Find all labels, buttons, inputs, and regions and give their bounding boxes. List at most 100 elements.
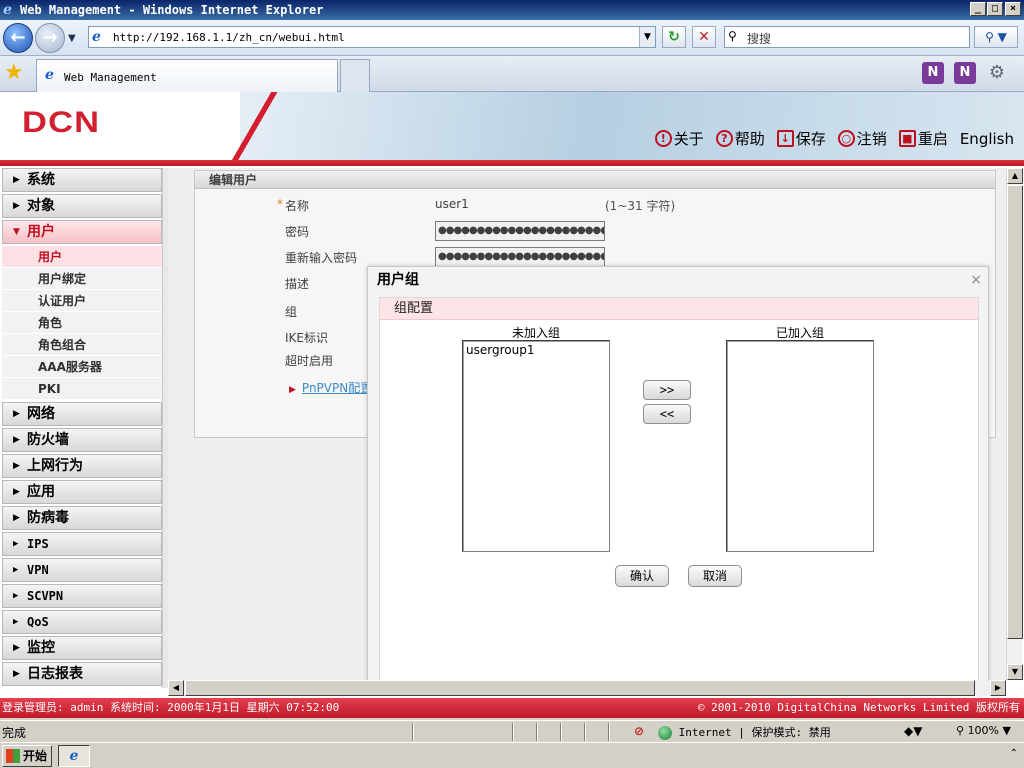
user-group-dialog: 用户组 × 组配置 未加入组 已加入组 usergroup1 >> << 确认 … (367, 266, 989, 686)
banner-divider (0, 160, 1024, 166)
password-field[interactable]: ●●●●●●●●●●●●●●●●●●●●●●●● (435, 221, 605, 241)
tray-expand-icon[interactable]: ⌃ (1010, 748, 1018, 759)
sidebar-item-internet-behavior[interactable]: ▶ 上网行为 (2, 454, 162, 478)
window-title: Web Management - Windows Internet Explor… (20, 3, 324, 17)
joined-groups-title: 已加入组 (775, 326, 824, 340)
sidebar-sub-role[interactable]: 角色 (2, 312, 162, 334)
sidebar-item-application[interactable]: ▶ 应用 (2, 480, 162, 504)
sidebar-item-firewall[interactable]: ▶ 防火墙 (2, 428, 162, 452)
remove-group-button[interactable]: << (643, 404, 691, 424)
arrow-right-icon: ▶ (289, 385, 296, 395)
arrow-right-icon: ▶ (13, 669, 20, 679)
tools-gear-icon[interactable]: ⚙ (986, 62, 1008, 84)
english-link[interactable]: English (960, 128, 1014, 149)
back-button[interactable]: ← (3, 23, 33, 53)
start-button[interactable]: 开始 (2, 745, 52, 767)
reboot-link[interactable]: ■ 重启 (898, 128, 948, 149)
sidebar-sub-aaa-server[interactable]: AAA服务器 (2, 356, 162, 378)
favorites-star-icon[interactable]: ★ (4, 61, 24, 85)
sidebar-item-user[interactable]: ▼ 用户 (2, 220, 162, 244)
sidebar-sub-user[interactable]: 用户 (2, 246, 162, 268)
sidebar-item-log-report[interactable]: ▶ 日志报表 (2, 662, 162, 686)
close-window-button[interactable]: × (1005, 2, 1021, 16)
scroll-left-icon[interactable]: ◀ (168, 680, 184, 696)
address-dropdown-icon[interactable]: ▼ (639, 27, 655, 47)
sidebar-item-ips[interactable]: ▶ IPS (2, 532, 162, 556)
login-info: 登录管理员: admin 系统时间: 2000年1月1日 星期六 07:52:0… (2, 701, 340, 714)
zoom-level[interactable]: ⚲ 100% ▼ (956, 724, 1011, 737)
onenote-icon[interactable]: N (922, 62, 944, 84)
sidebar-item-network[interactable]: ▶ 网络 (2, 402, 162, 426)
sidebar-item-scvpn[interactable]: ▶ SCVPN (2, 584, 162, 608)
sidebar-item-antivirus[interactable]: ▶ 防病毒 (2, 506, 162, 530)
lock-icon[interactable]: ◆▼ (904, 724, 922, 738)
popup-blocked-icon[interactable]: ⊘ (634, 724, 644, 738)
save-icon: ↓ (776, 130, 794, 147)
scroll-up-icon[interactable]: ▲ (1007, 168, 1023, 184)
sidebar-item-object[interactable]: ▶ 对象 (2, 194, 162, 218)
horizontal-scrollbar[interactable]: ◀ ▶ (168, 680, 1006, 696)
available-groups-list[interactable]: usergroup1 (462, 340, 610, 552)
joined-groups-list[interactable] (726, 340, 874, 552)
close-icon[interactable]: × (970, 272, 982, 288)
search-box[interactable]: ⚲ 搜搜 (724, 26, 970, 48)
status-separator (584, 723, 586, 741)
arrow-right-icon: ▶ (13, 487, 20, 497)
copyright: © 2001-2010 DigitalChina Networks Limite… (697, 701, 1020, 714)
scroll-thumb-horizontal[interactable] (185, 680, 975, 696)
help-link[interactable]: ? 帮助 (715, 128, 765, 149)
tab-web-management[interactable]: e Web Management (36, 59, 338, 92)
cancel-button[interactable]: 取消 (688, 565, 742, 587)
address-url[interactable]: http://192.168.1.1/zh_cn/webui.html (113, 31, 345, 44)
about-link[interactable]: ! 关于 (654, 128, 704, 149)
magnifier-icon: ⚲ (956, 724, 965, 737)
scroll-right-icon[interactable]: ▶ (990, 680, 1006, 696)
add-group-button[interactable]: >> (643, 380, 691, 400)
sidebar-item-qos[interactable]: ▶ QoS (2, 610, 162, 634)
timeout-label: 超时启用 (285, 354, 334, 368)
status-separator (512, 723, 514, 741)
logout-link[interactable]: ○ 注销 (837, 128, 887, 149)
forward-button[interactable]: → (35, 23, 65, 53)
save-link[interactable]: ↓ 保存 (776, 128, 826, 149)
search-go-button[interactable]: ⚲ ▼ (974, 26, 1018, 48)
search-input[interactable]: 搜搜 (747, 30, 771, 47)
sidebar-item-vpn[interactable]: ▶ VPN (2, 558, 162, 582)
taskbar: 开始 e ⌃ (0, 742, 1024, 768)
window-titlebar: e Web Management - Windows Internet Expl… (0, 0, 1024, 20)
scroll-down-icon[interactable]: ▼ (1007, 664, 1023, 680)
scroll-thumb[interactable] (1007, 185, 1023, 639)
confirm-password-row: 重新输入密码 ●●●●●●●●●●●●●●●●●●●●●●●● (195, 247, 995, 267)
security-zone: Internet | 保护模式: 禁用 (658, 724, 831, 740)
sidebar-item-system[interactable]: ▶ 系统 (2, 168, 162, 192)
confirm-password-label: 重新输入密码 (285, 251, 358, 265)
required-mark: * (277, 197, 283, 211)
sidebar-sub-role-combination[interactable]: 角色组合 (2, 334, 162, 356)
pnpvpn-config-link[interactable]: ▶ PnPVPN配置 (289, 379, 372, 396)
refresh-button[interactable]: ↻ (662, 26, 686, 48)
new-tab-button[interactable] (340, 59, 370, 92)
minimize-button[interactable]: _ (970, 2, 986, 16)
sidebar-menu: ▶ 系统 ▶ 对象 ▼ 用户 用户 用户绑定 认证用户 角色 角色组合 AAA服务器 … (2, 168, 162, 688)
sidebar-item-monitor[interactable]: ▶ 监控 (2, 636, 162, 660)
sidebar-sub-user-binding[interactable]: 用户绑定 (2, 268, 162, 290)
refresh-icon: ↻ (668, 29, 680, 45)
name-hint: (1~31 字符) (605, 199, 676, 213)
maximize-button[interactable]: □ (987, 2, 1003, 16)
vertical-scrollbar[interactable]: ▲ ▼ (1006, 168, 1023, 680)
address-bar[interactable]: e http://192.168.1.1/zh_cn/webui.html ▼ (88, 26, 656, 48)
taskbar-ie-button[interactable]: e (58, 745, 90, 767)
dialog-title: 用户组 (377, 272, 419, 288)
sidebar-sub-pki[interactable]: PKI (2, 378, 162, 400)
status-separator (536, 723, 538, 741)
history-dropdown-icon[interactable]: ▼ (68, 33, 76, 44)
list-item[interactable]: usergroup1 (463, 341, 609, 359)
confirm-password-field[interactable]: ●●●●●●●●●●●●●●●●●●●●●●●● (435, 247, 605, 267)
back-arrow-icon: ← (10, 27, 26, 48)
name-value: user1 (435, 197, 469, 211)
confirm-button[interactable]: 确认 (615, 565, 669, 587)
stop-button[interactable]: ✕ (692, 26, 716, 48)
onenote-send-icon[interactable]: N (954, 62, 976, 84)
sidebar-sub-auth-user[interactable]: 认证用户 (2, 290, 162, 312)
arrow-right-icon: ▶ (13, 461, 20, 471)
